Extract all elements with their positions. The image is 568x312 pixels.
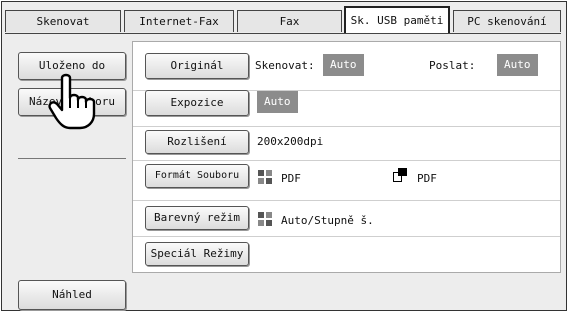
- color-mode-icon: [258, 170, 272, 184]
- left-separator: [18, 158, 126, 159]
- row-file-format: Formát Souboru PDF PDF: [133, 160, 560, 201]
- bw-mode-icon: [393, 168, 407, 182]
- color-mode-value-icon: [258, 212, 272, 226]
- row-special: Speciál Režimy: [133, 236, 560, 272]
- exposure-value-badge: Auto: [257, 91, 298, 113]
- original-button[interactable]: Originál: [145, 53, 249, 79]
- color-format-value: PDF: [281, 172, 301, 185]
- tab-usb-memory[interactable]: Sk. USB paměti: [344, 6, 450, 34]
- scan-label: Skenovat:: [255, 59, 315, 72]
- mode-tabs: Skenovat Internet-Fax Fax Sk. USB paměti…: [5, 6, 561, 34]
- special-modes-button[interactable]: Speciál Režimy: [145, 242, 249, 266]
- tab-fax[interactable]: Fax: [237, 10, 342, 32]
- tab-internet-fax[interactable]: Internet-Fax: [124, 10, 234, 32]
- resolution-button[interactable]: Rozlišení: [145, 130, 249, 154]
- send-label: Poslat:: [429, 59, 476, 72]
- send-value-badge: Auto: [497, 54, 538, 76]
- settings-panel: Originál Skenovat: Auto Poslat: Auto Exp…: [132, 41, 561, 273]
- scan-value-badge: Auto: [323, 54, 364, 76]
- exposure-button[interactable]: Expozice: [145, 90, 249, 116]
- tab-divider: [5, 33, 561, 34]
- color-mode-button[interactable]: Barevný režim: [145, 206, 249, 230]
- row-resolution: Rozlišení 200x200dpi: [133, 126, 560, 161]
- color-mode-value: Auto/Stupně š.: [281, 214, 374, 227]
- row-original: Originál Skenovat: Auto Poslat: Auto: [133, 42, 560, 91]
- bw-format-value: PDF: [417, 172, 437, 185]
- row-exposure: Expozice Auto: [133, 90, 560, 127]
- row-color-mode: Barevný režim Auto/Stupně š.: [133, 200, 560, 237]
- preview-button[interactable]: Náhled: [18, 280, 126, 310]
- tab-scan[interactable]: Skenovat: [5, 10, 121, 32]
- tab-pc-scan[interactable]: PC skenování: [453, 10, 561, 32]
- file-format-button[interactable]: Formát Souboru: [145, 164, 249, 188]
- pointing-hand-icon: [48, 73, 96, 130]
- resolution-value: 200x200dpi: [257, 135, 324, 148]
